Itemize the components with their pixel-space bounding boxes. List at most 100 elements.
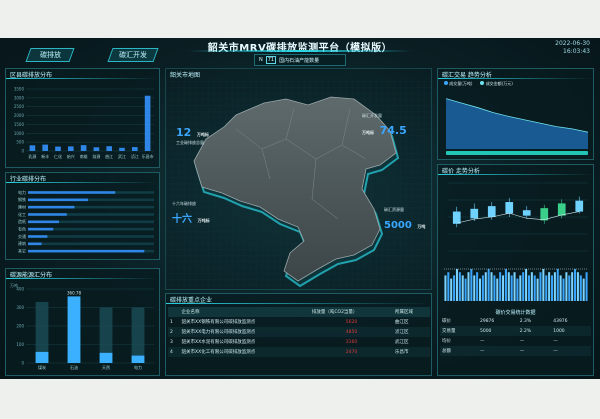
table-header-cell: 排放量（吨CO2当量） <box>311 310 358 315</box>
filter-chip-1[interactable]: 71 <box>265 56 277 64</box>
bar <box>42 144 49 151</box>
bar <box>144 95 151 151</box>
bar <box>28 242 42 246</box>
map-label-sink: 碳汇开发量 万吨标 74.5 <box>362 113 407 138</box>
trade-trend-panel: 碳汇交易 趋势分析 成交量(万吨) 成交金额(万元) <box>437 68 594 160</box>
y-tick-label: 1500 <box>14 122 25 127</box>
volume-bar <box>496 278 499 301</box>
shaoguan-map[interactable] <box>166 69 431 289</box>
table-row[interactable]: 1 韶关市XX钢铁有限公司碳排放监测点 5620 曲江区 <box>168 317 430 327</box>
volume-bar <box>455 269 458 301</box>
panel-title-bar <box>438 174 593 175</box>
y-tick-label: 建筑 <box>18 240 26 246</box>
volume-bar <box>574 269 577 301</box>
volume-bar <box>556 269 559 301</box>
energy-source-panel: 碳源能源汇分布 万吨 400 300 200 100 0 煤炭 石油 360.78 天然 电力 <box>5 268 160 376</box>
filter-chip-2[interactable]: 国内石油产能数量 <box>279 57 319 64</box>
bar <box>119 147 125 151</box>
bar <box>55 146 61 151</box>
volume-bar <box>481 275 484 301</box>
candle-body <box>505 202 514 214</box>
enterprise-table-panel: 碳排放重点企业 企业名称 排放量（吨CO2当量） 所属区域 1 韶关市XX钢铁有… <box>165 293 432 376</box>
volume-bar <box>507 272 510 301</box>
bar <box>28 205 75 209</box>
bar <box>28 249 145 253</box>
summary-row: 交易量 5000 2.2% 1000 <box>440 326 591 336</box>
volume-bar <box>519 275 522 301</box>
carbon-price-panel: 碳价 走势分析 碳价交易统计数据 碳价 29876 2.3% 43976 交易量… <box>437 164 594 376</box>
y-tick-label: 其它 <box>18 247 26 253</box>
bar <box>28 227 54 231</box>
summary-row: 总额 — — — <box>440 346 591 356</box>
bar <box>131 355 145 363</box>
y-tick-label: 3500 <box>14 87 25 92</box>
table-cell-index: 2 <box>170 329 173 335</box>
summary-cell: 交易量 <box>442 329 456 334</box>
table-cell-value: 4850 <box>345 329 358 335</box>
volume-bar <box>565 272 568 301</box>
volume-bar <box>487 269 490 301</box>
y-tick-label: 钢铁 <box>18 196 26 202</box>
table-cell-index: 4 <box>170 349 173 355</box>
volume-bar <box>568 275 571 301</box>
bar <box>131 147 138 151</box>
table-cell-region: 曲江区 <box>395 320 409 325</box>
progress-bar <box>446 151 588 155</box>
map-label-resource: 碳汇资源量 5000 万吨 <box>384 207 425 232</box>
x-tick-label: 煤炭 <box>38 364 46 370</box>
table-header-cell <box>168 307 180 317</box>
filter-bar[interactable]: N 71 国内石油产能数量 <box>254 54 346 66</box>
y-tick-label: 1000 <box>14 131 25 136</box>
industry-emission-panel: 行业碳排分布 电力 钢铁 建材 化工 造纸 有色 交通 建筑 其它 <box>5 172 160 260</box>
bar <box>28 235 48 238</box>
candle-body <box>522 210 531 216</box>
bar-background <box>131 307 145 363</box>
district-emission-chart: 3500 3000 2500 2000 1500 1000 500 0 乳源 新丰 仁化 始兴 南雄 翁源… <box>14 87 154 159</box>
x-tick-label: 天然 <box>102 364 110 370</box>
filter-chip-0[interactable]: N <box>259 57 263 63</box>
volume-bar <box>571 272 574 301</box>
table-header-cell: 所属区域 <box>395 310 414 315</box>
volume-bar <box>536 278 539 301</box>
volume-bar <box>510 275 513 301</box>
volume-bar <box>527 275 530 301</box>
x-tick-label: 电力 <box>134 364 142 370</box>
volume-bar <box>470 269 473 301</box>
x-tick-label: 乐昌市 <box>142 153 154 159</box>
summary-cell: — <box>553 338 558 344</box>
map-label-sixteen-value: 十六 <box>172 214 192 225</box>
legend-item-1: 成交金额(万元) <box>480 81 513 87</box>
map-label-sixteen: 十六年碳排放 十六 万吨标 <box>172 201 210 226</box>
table-cell-index: 3 <box>170 339 173 345</box>
nav-carbon-emission-label: 碳排放 <box>39 51 61 59</box>
bar <box>35 351 49 363</box>
volume-bar <box>550 275 554 301</box>
volume-bar <box>444 275 447 301</box>
data-label: 360.78 <box>67 290 81 295</box>
table-row[interactable]: 3 韶关市XX水泥有限公司碳排放监测点 3160 武江区 <box>168 337 430 347</box>
summary-cell: 均价 <box>442 339 451 344</box>
nav-carbon-emission-button[interactable]: 碳排放 <box>25 48 75 62</box>
volume-bar <box>458 272 461 301</box>
volume-bar <box>576 272 579 301</box>
summary-cell: — <box>553 348 558 354</box>
x-tick-label: 乳源 <box>28 153 36 159</box>
price-summary: 碳价交易统计数据 碳价 29876 2.3% 43976 交易量 5000 2.… <box>440 309 591 356</box>
map-caption-sink: 碳汇开发量 <box>362 113 382 118</box>
header: 碳排放 碳汇开发 韶关市MRV碳排放监测平台（模拟版） 2022-06-30 1… <box>0 38 600 68</box>
y-tick-label: 0 <box>21 361 24 366</box>
map-panel: 韶关市地图 12 万吨标 工业碳排放总量 碳汇开发量 万吨标 74.5 十六年碳… <box>165 68 432 290</box>
volume-bar <box>464 278 467 301</box>
volume-bar <box>545 275 548 301</box>
panel-title-bar <box>438 78 593 79</box>
map-label-sixteen-unit: 万吨标 <box>197 218 210 223</box>
candle-body <box>487 206 496 217</box>
table-row[interactable]: 2 韶关市XX电力有限公司碳排放监测点 4850 浈江区 <box>168 327 430 337</box>
volume-bar <box>542 269 545 301</box>
legend-label-0: 成交量(万吨) <box>449 81 473 86</box>
table-row[interactable]: 4 韶关市XX化工有限公司碳排放监测点 2470 乐昌市 <box>168 347 430 357</box>
industry-emission-chart: 电力钢铁建材化工造纸有色交通建筑其它 <box>18 189 154 253</box>
candle-body <box>470 208 479 219</box>
bar <box>67 146 74 151</box>
volume-bar <box>559 275 562 301</box>
